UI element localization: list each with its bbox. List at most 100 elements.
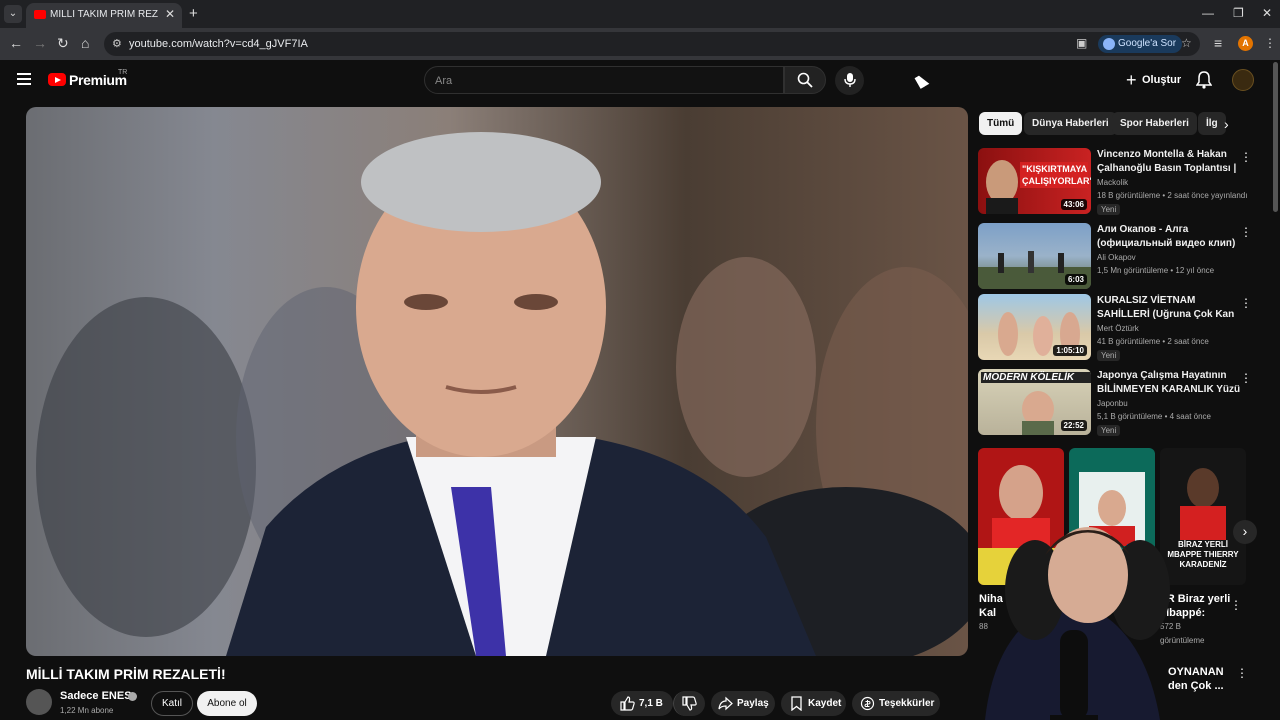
microphone-icon [844,73,856,87]
ask-google-label: Google'a Sor [1118,38,1177,49]
create-button[interactable]: + Oluştur [1118,66,1191,94]
share-button[interactable]: Paylaş [711,691,775,716]
save-label: Kaydet [808,698,842,709]
search-input[interactable] [435,72,765,90]
thanks-label: Teşekkürler [879,698,935,709]
notifications-bell-icon[interactable] [1196,71,1212,89]
video-title[interactable]: KURALSIZ VİETNAM SAHİLLERİ (Uğruna Çok K… [1097,294,1247,322]
video-meta: 18 B görüntüleme • 2 saat önce yayınland… [1097,191,1248,200]
channel-name[interactable]: Ali Okapov [1097,253,1136,262]
subscriber-count: 1,22 Mn abone [60,706,114,715]
video-duration: 43:06 [1060,199,1087,210]
channel-name[interactable]: Sadece ENES [60,690,132,702]
thumbs-down-icon [682,696,697,711]
video-title: MİLLİ TAKIM PRİM REZALETİ! [26,666,226,682]
subscribe-button[interactable]: Abone ol [197,691,257,716]
webcam-overlay [985,527,1170,720]
home-button[interactable]: ⌂ [81,35,89,51]
voice-search-button[interactable] [835,66,864,95]
back-button[interactable]: ← [9,35,23,51]
tab-title: MİLLİ TAKIM PRİM REZALETİ! - YouTube [50,9,158,20]
bookmark-star-icon[interactable]: ☆ [1181,36,1192,50]
browser-toolbar: ← → ↻ ⌂ ⚙ youtube.com/watch?v=cd4_gJVF7I… [0,28,1280,60]
shorts-next-button[interactable]: › [1233,520,1257,544]
channel-name[interactable]: Japonbu [1097,399,1128,408]
url-text: youtube.com/watch?v=cd4_gJVF7IA [129,38,308,50]
search-button[interactable] [784,66,826,94]
menu-icon[interactable] [17,73,31,85]
address-bar[interactable]: ⚙ youtube.com/watch?v=cd4_gJVF7IA Google… [104,32,1200,56]
dislike-button[interactable] [673,691,705,716]
thumbnail-text: MODERN KÖLELİK [981,372,1091,383]
video-thumbnail[interactable]: 6:03 [978,223,1091,289]
video-title[interactable]: Japonya Çalışma Hayatının BİLİNMEYEN KAR… [1097,369,1247,397]
channel-avatar[interactable] [26,689,52,715]
more-options-icon[interactable]: ⋮ [1240,371,1252,385]
new-badge: Yeni [1097,425,1121,436]
video-meta: 41 B görüntüleme • 2 saat önce [1097,337,1209,346]
new-badge: Yeni [1097,204,1121,215]
new-tab-button[interactable]: + [189,5,198,22]
minimize-button[interactable]: — [1202,6,1214,20]
more-options-icon[interactable]: ⋮ [1240,296,1252,310]
youtube-header: Premium TR + Oluştur [0,60,1280,102]
share-label: Paylaş [737,698,769,709]
verified-check-icon [128,692,137,701]
media-control-icon[interactable]: ≡ [1214,35,1222,51]
video-duration: 1:05:10 [1053,345,1087,356]
video-meta: 1,5 Mn görüntüleme • 12 yıl önce [1097,266,1215,275]
more-options-icon[interactable]: ⋮ [1240,150,1252,164]
video-thumbnail[interactable]: 1:05:10 [978,294,1091,360]
maximize-button[interactable]: ❐ [1233,6,1244,20]
forward-button[interactable]: → [33,35,47,51]
create-label: Oluştur [1142,74,1182,86]
chip-related[interactable]: İlg [1198,112,1226,135]
video-title[interactable]: Vincenzo Montella & Hakan Çalhanoğlu Bas… [1097,148,1247,176]
recommendation-item[interactable]: 6:03 Али Окапов - Алга (официальный виде… [978,223,1270,289]
video-player[interactable] [26,107,968,656]
plus-icon: + [1126,70,1137,90]
browser-tab-strip: ⌄ MİLLİ TAKIM PRİM REZALETİ! - YouTube ✕… [0,0,1280,28]
channel-name[interactable]: Mert Öztürk [1097,324,1139,333]
close-window-button[interactable]: ✕ [1262,6,1272,20]
thumbs-up-icon [620,696,635,711]
chip-world-news[interactable]: Dünya Haberleri [1024,112,1117,135]
ask-google-button[interactable]: Google'a Sor [1098,35,1183,53]
user-avatar[interactable] [1232,69,1254,91]
more-options-icon[interactable]: ⋮ [1236,666,1248,680]
youtube-logo-icon[interactable] [48,73,66,86]
tab-search-button[interactable]: ⌄ [4,5,22,23]
video-frame [36,132,968,656]
video-thumbnail[interactable]: MODERN KÖLELİK 22:52 [978,369,1091,435]
new-badge: Yeni [1097,350,1121,361]
more-options-icon[interactable]: ⋮ [1240,225,1252,239]
recommendation-item[interactable]: 1:05:10 KURALSIZ VİETNAM SAHİLLERİ (Uğru… [978,294,1270,361]
more-options-icon[interactable]: ⋮ [1230,598,1242,612]
browser-tab[interactable]: MİLLİ TAKIM PRİM REZALETİ! - YouTube ✕ [26,3,182,28]
thanks-button[interactable]: Teşekkürler [852,691,940,716]
thanks-icon [860,696,875,711]
channel-name[interactable]: Mackolik [1097,178,1128,187]
chip-sports-news[interactable]: Spor Haberleri [1112,112,1197,135]
browser-menu-icon[interactable]: ⋮ [1264,36,1276,50]
filter-chips: Tümü Dünya Haberleri Spor Haberleri İlg [978,112,1248,136]
chevron-right-icon[interactable]: › [1224,116,1229,132]
cast-icon[interactable]: ▣ [1076,36,1087,50]
video-thumbnail[interactable]: "KIŞKIRTMAYA ÇALIŞIYORLAR" 43:06 [978,148,1091,214]
join-button[interactable]: Katıl [151,691,193,716]
youtube-favicon-icon [34,10,46,19]
recommendation-item[interactable]: MODERN KÖLELİK 22:52 Japonya Çalışma Hay… [978,369,1270,436]
recommendation-item[interactable]: "KIŞKIRTMAYA ÇALIŞIYORLAR" 43:06 Vincenz… [978,148,1270,215]
search-icon [797,72,813,88]
reload-button[interactable]: ↻ [57,35,69,52]
page-scrollbar[interactable] [1273,62,1278,212]
profile-avatar[interactable]: A [1238,36,1253,51]
video-title[interactable]: Али Окапов - Алга (официальный видео кли… [1097,223,1247,251]
save-bookmark-icon [791,696,802,711]
save-button[interactable]: Kaydet [781,691,846,716]
chip-all[interactable]: Tümü [979,112,1023,135]
video-meta: 5,1 B görüntüleme • 4 saat önce [1097,412,1211,421]
like-button[interactable]: 7,1 B [611,691,673,716]
site-info-icon[interactable]: ⚙ [112,37,122,50]
tab-close-icon[interactable]: ✕ [165,7,175,21]
